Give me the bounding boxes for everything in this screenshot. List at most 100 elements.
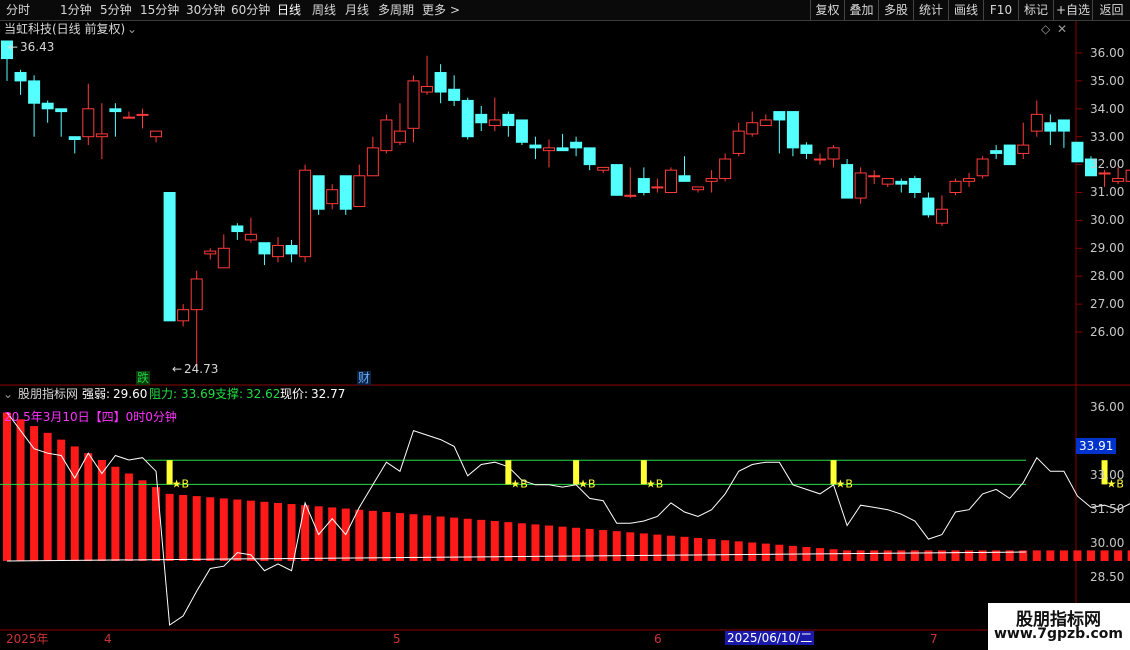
strength-bar	[1032, 550, 1041, 561]
indicator-tick: 33.00	[1090, 468, 1125, 482]
candle-body	[692, 186, 705, 191]
chevron-down-icon[interactable]: ⌄	[127, 22, 137, 36]
chevron-right-icon[interactable]: >	[450, 2, 460, 18]
strength-bar	[16, 419, 25, 561]
indicator-tick: 36.00	[1090, 400, 1125, 414]
buy-signal-label: ★B	[578, 477, 595, 490]
chevron-down-icon[interactable]: ⌄	[3, 387, 13, 401]
chart-canvas[interactable]: ★B ★B ★B ★B ★B ★B	[0, 0, 1130, 650]
close-icon[interactable]: ✕	[1057, 22, 1067, 36]
multi-stock-button[interactable]: 多股	[878, 0, 913, 20]
tab-more[interactable]: 更多	[422, 2, 446, 18]
candle-body	[258, 242, 271, 255]
candle-body	[299, 169, 312, 258]
back-button[interactable]: 返回	[1092, 0, 1130, 20]
overlay-button[interactable]: 叠加	[844, 0, 878, 20]
tab-daily[interactable]: 日线	[277, 2, 301, 18]
tab-5min[interactable]: 5分钟	[100, 2, 132, 18]
support-label: 支撑:	[215, 387, 244, 401]
tab-weekly[interactable]: 周线	[312, 2, 336, 18]
strength-bar	[274, 502, 282, 561]
strength-bar	[721, 540, 730, 561]
candle-body	[272, 245, 284, 258]
tab-60min[interactable]: 60分钟	[231, 2, 270, 18]
candle-body	[556, 147, 569, 152]
candle-body	[136, 113, 149, 116]
current-price-value: 32.77	[311, 387, 346, 401]
strength-bar	[775, 544, 784, 561]
strength-bar	[694, 537, 703, 561]
tab-fenshi[interactable]: 分时	[6, 2, 30, 18]
strength-bar	[788, 545, 797, 561]
candle-body	[773, 111, 786, 121]
candle-body	[841, 164, 854, 199]
strength-bar	[504, 522, 513, 561]
strength-bar	[30, 426, 39, 561]
add-watchlist-button[interactable]: +自选	[1053, 0, 1092, 20]
candle-body	[177, 309, 190, 322]
strength-bar	[206, 497, 215, 561]
candle-body	[515, 119, 528, 143]
high-price-label: 36.43	[20, 40, 55, 54]
strength-bar	[545, 525, 553, 561]
indicator-tick: 30.00	[1090, 536, 1125, 550]
strength-bar	[301, 505, 310, 561]
candle-body	[434, 72, 447, 93]
draw-line-button[interactable]: 画线	[948, 0, 983, 20]
tab-multi-period[interactable]: 多周期	[378, 2, 414, 18]
tab-30min[interactable]: 30分钟	[186, 2, 225, 18]
mark-button[interactable]: 标记	[1018, 0, 1053, 20]
tab-15min[interactable]: 15分钟	[140, 2, 179, 18]
strength-bar	[937, 550, 946, 561]
candle-body	[217, 247, 230, 269]
strength-bar	[626, 532, 635, 561]
strength-bar	[612, 531, 621, 561]
strength-bar	[97, 459, 106, 561]
strength-bar	[368, 510, 377, 561]
strength-bar	[843, 550, 852, 561]
strength-bar	[233, 499, 242, 561]
candle-body	[664, 169, 677, 193]
candle-body	[624, 194, 637, 197]
buy-signal-label: ★B	[836, 477, 853, 490]
time-label: 2025年	[6, 632, 49, 646]
candle-body	[285, 245, 298, 255]
diamond-icon[interactable]: ◇	[1041, 22, 1050, 36]
statistics-button[interactable]: 统计	[913, 0, 948, 20]
candle-body	[244, 233, 257, 241]
watermark-logo: 股朋指标网 www.7gpzb.com	[988, 603, 1130, 650]
strength-bar	[1114, 550, 1123, 561]
candle-body	[326, 189, 339, 205]
event-marker-finance[interactable]: 财	[357, 371, 372, 385]
candle-body	[82, 108, 95, 138]
strength-bar	[1046, 550, 1055, 561]
period-toolbar: 分时 1分钟 5分钟 15分钟 30分钟 60分钟 日线 周线 月线 多周期 更…	[0, 0, 1130, 21]
time-label: 4	[104, 632, 112, 646]
current-price-label: 现价:	[280, 387, 309, 401]
strength-bar	[84, 453, 93, 561]
strength-bar	[856, 550, 865, 561]
candle-body	[461, 99, 474, 138]
strength-bar	[423, 515, 432, 561]
strength-bar	[260, 501, 269, 561]
price-tick: 35.00	[1090, 74, 1125, 88]
strength-bar	[450, 517, 459, 561]
candle-body	[380, 119, 393, 152]
strength-bar	[490, 521, 499, 561]
event-marker-fall[interactable]: 跌	[136, 371, 151, 385]
restore-rights-button[interactable]: 复权	[810, 0, 844, 20]
price-tick: 29.00	[1090, 241, 1125, 255]
candle-body	[895, 180, 908, 185]
tab-1min[interactable]: 1分钟	[60, 2, 92, 18]
f10-button[interactable]: F10	[983, 0, 1018, 20]
time-label: 5	[393, 632, 401, 646]
candle-body	[651, 186, 664, 189]
strength-bar	[517, 523, 526, 561]
strength-bar	[965, 550, 974, 561]
price-line	[6, 412, 1130, 626]
candle-body	[14, 72, 27, 82]
indicator-name[interactable]: 股朋指标网	[18, 387, 78, 401]
tab-monthly[interactable]: 月线	[345, 2, 369, 18]
candle-body	[488, 119, 501, 127]
candle-body	[366, 147, 379, 177]
